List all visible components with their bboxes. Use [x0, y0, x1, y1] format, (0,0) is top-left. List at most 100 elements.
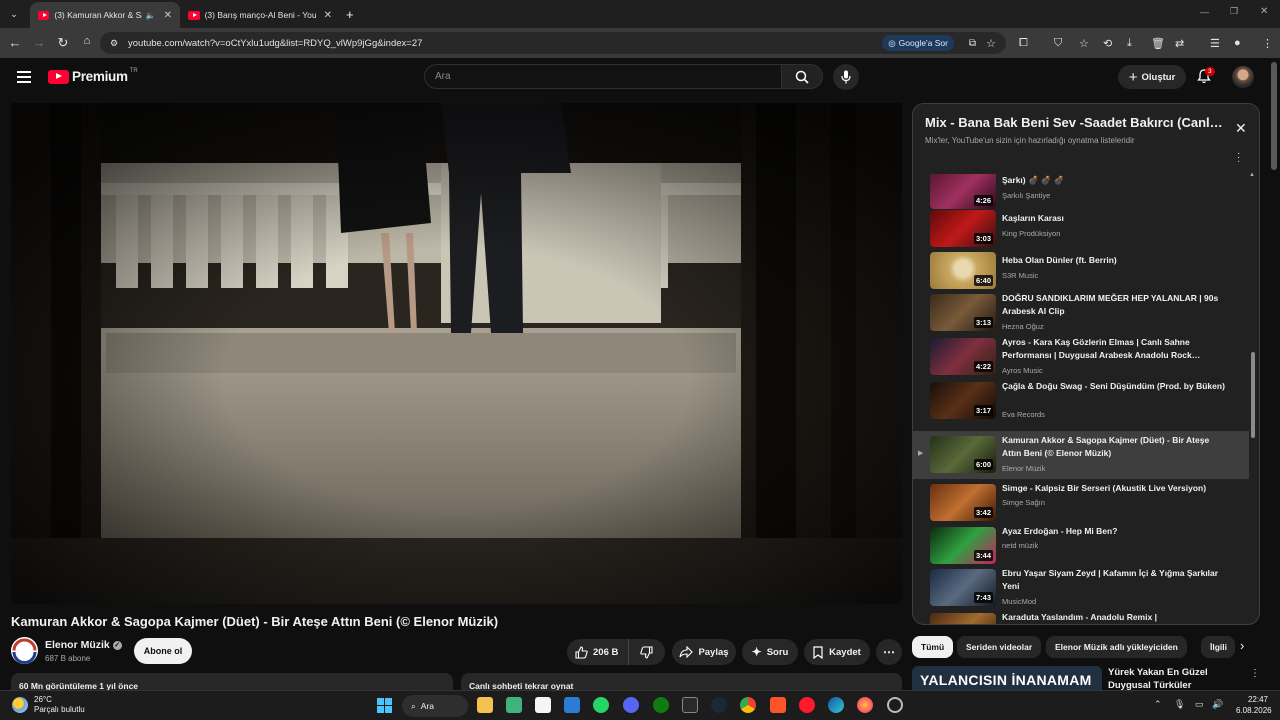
address-bar[interactable]: ⚙ youtube.com/watch?v=oCtYxlu1udg&list=R… [100, 32, 1006, 54]
recommendation-thumbnail[interactable]: YALANCISIN İNANAMAM [912, 666, 1102, 690]
recommendation-title[interactable]: Yürek Yakan En Güzel Duygusal Türküler [1108, 666, 1248, 692]
forward-icon[interactable]: → [27, 35, 51, 50]
chip-related[interactable]: İlgili [1201, 636, 1235, 658]
playlist-item[interactable]: 3:42 Simge - Kalpsiz Bir Serseri (Akusti… [913, 482, 1249, 524]
file-explorer-icon[interactable] [477, 697, 493, 713]
playlist-item[interactable]: 3:44 Ayaz Erdoğan - Hep Mi Ben? netd müz… [913, 525, 1249, 567]
channel-name[interactable]: Elenor Müzik ✓ [45, 639, 122, 651]
playlist-item-channel: Elenor Müzik [1002, 464, 1046, 473]
menu-icon[interactable] [17, 71, 31, 86]
ask-button[interactable]: ✦ Soru [742, 639, 798, 665]
profile-icon[interactable]: ● [1234, 28, 1241, 58]
playlist-item[interactable]: 4:22 Ayros - Kara Kaş Gözlerin Elmas | C… [913, 336, 1249, 378]
playlist-item[interactable]: Karaduta Yaslandım - Anadolu Remix | [913, 611, 1249, 624]
video-player[interactable] [11, 103, 902, 604]
playlist-item[interactable]: 3:03 Kaşların Karası King Prodüksiyon [913, 208, 1249, 250]
channel-avatar[interactable] [11, 637, 38, 664]
app-icon[interactable] [887, 697, 903, 713]
create-button[interactable]: + Oluştur [1118, 65, 1186, 89]
firefox-icon[interactable] [857, 697, 873, 713]
save-button[interactable]: Kaydet [804, 639, 870, 665]
delete-icon[interactable]: 🗑 [1151, 28, 1165, 58]
now-playing-icon: ▶ [918, 450, 924, 457]
playlist-item[interactable]: 4:26 Şarkı) 💣 💣 💣 Şarkılı Şantiye [913, 170, 1249, 212]
tab-close-icon[interactable]: ✕ [164, 10, 172, 21]
store-icon[interactable] [535, 697, 551, 713]
close-playlist-icon[interactable]: ✕ [1235, 120, 1247, 137]
playlist-item[interactable]: 3:13 DOĞRU SANDIKLARIM MEĞER HEP YALANLA… [913, 292, 1249, 334]
opera-icon[interactable] [799, 697, 815, 713]
search-input[interactable]: Ara [424, 64, 782, 89]
extensions-icon[interactable]: ⧠ [1019, 28, 1028, 58]
playlist-item-channel: King Prodüksiyon [1002, 229, 1061, 238]
playlist-item-current[interactable]: ▶ 6:00 Kamuran Akkor & Sagopa Kajmer (Dü… [913, 431, 1249, 479]
minimize-icon[interactable]: — [1200, 7, 1209, 17]
volume-icon[interactable]: 🔊 [1212, 699, 1223, 710]
xbox-icon[interactable] [653, 697, 669, 713]
restore-icon[interactable]: ❐ [1230, 6, 1238, 17]
extension-icon[interactable]: ⛉ [1054, 28, 1062, 58]
reload-icon[interactable]: ↻ [51, 35, 75, 51]
new-tab-icon[interactable]: + [346, 7, 354, 22]
logo-country: TR [129, 67, 138, 74]
playlist-item[interactable]: 3:17 Çağla & Doğu Swag - Seni Düşündüm (… [913, 380, 1249, 422]
whatsapp-icon[interactable] [593, 697, 609, 713]
bookmark-star-icon[interactable]: ☆ [986, 37, 996, 50]
site-info-icon[interactable]: ⚙ [110, 38, 118, 49]
chip-all[interactable]: Tümü [912, 636, 954, 658]
discord-icon[interactable] [623, 697, 639, 713]
dislike-button[interactable] [629, 639, 653, 665]
chip-uploader[interactable]: Elenor Müzik adlı yükleyiciden [1046, 636, 1187, 658]
recommendation-more-icon[interactable]: ⋮ [1250, 668, 1260, 679]
scroll-up-icon[interactable]: ▲ [1249, 172, 1255, 178]
playlist-more-icon[interactable]: · · · [1237, 149, 1240, 167]
window-close-icon[interactable]: ✕ [1260, 6, 1268, 17]
network-icon[interactable]: ▭ [1195, 699, 1204, 710]
share-button[interactable]: Paylaş [672, 639, 736, 665]
playlist-item[interactable]: 6:40 Heba Olan Dünler (ft. Berrin) S3R M… [913, 250, 1249, 292]
chrome-icon[interactable] [740, 697, 756, 713]
weather-widget[interactable]: 26°C Parçalı bulutlu [12, 695, 85, 715]
favorites-icon[interactable]: ☆ [1079, 28, 1089, 58]
taskbar-search[interactable]: ⌕ Ara [402, 695, 468, 717]
install-app-icon[interactable]: ⧉ [969, 38, 976, 49]
home-icon[interactable]: ⌂ [75, 35, 99, 47]
tab-close-icon[interactable]: ✕ [324, 10, 332, 21]
back-icon[interactable]: ← [3, 35, 27, 50]
playlist-title[interactable]: Mix - Bana Bak Beni Sev -Saadet Bakırcı … [925, 115, 1225, 130]
epic-games-icon[interactable] [682, 697, 698, 713]
widgets-icon[interactable] [506, 697, 522, 713]
chip-series[interactable]: Seriden videolar [957, 636, 1042, 658]
tab-inactive[interactable]: (3) Barış manço-Al Beni - YouTube ✕ [180, 2, 340, 28]
playlist-item-title: Ayros - Kara Kaş Gözlerin Elmas | Canlı … [1002, 337, 1201, 360]
brave-icon[interactable] [770, 697, 786, 713]
chips-next-icon[interactable]: › [1240, 638, 1244, 653]
account-avatar[interactable] [1232, 66, 1254, 88]
youtube-premium-logo[interactable]: Premium TR [48, 67, 138, 84]
playlist-scrollbar[interactable] [1251, 352, 1255, 438]
microphone-tray-icon[interactable]: 🎙 [1174, 699, 1185, 710]
playlist-item-title: Simge - Kalpsiz Bir Serseri (Akustik Liv… [1002, 483, 1207, 493]
downloads-icon[interactable]: ⤓ [1127, 28, 1132, 58]
voice-search-button[interactable] [833, 64, 859, 90]
tab-active[interactable]: (3) Kamuran Akkor & Sagopa Kajmer 🔈 ✕ [30, 2, 180, 28]
page-scrollbar[interactable] [1271, 62, 1277, 170]
subscribe-button[interactable]: Abone ol [134, 638, 192, 664]
more-actions-button[interactable]: ⋯ [876, 639, 902, 665]
browser-menu-icon[interactable]: ⋮ [1262, 28, 1273, 58]
search-button[interactable] [781, 64, 823, 89]
tab-list-chevron-icon[interactable]: ⌄ [2, 9, 26, 20]
windows-start-icon[interactable] [377, 698, 392, 713]
tray-overflow-icon[interactable]: ⌃ [1154, 699, 1162, 710]
mail-icon[interactable] [564, 697, 580, 713]
reading-list-icon[interactable]: ☰ [1210, 28, 1220, 58]
google-ask-button[interactable]: ◎ Google'a Sor [882, 35, 954, 51]
history-icon[interactable]: ⟲ [1103, 28, 1112, 58]
steam-icon[interactable] [711, 697, 727, 713]
playlist-item[interactable]: 7:43 Ebru Yaşar Siyam Zeyd | Kafamın İçi… [913, 567, 1249, 609]
translate-icon[interactable]: ⇄ [1175, 28, 1184, 58]
microphone-icon [841, 70, 851, 84]
system-clock[interactable]: 22:47 6.08.2026 [1236, 694, 1272, 716]
edge-icon[interactable] [828, 697, 844, 713]
like-button[interactable]: 206 B [567, 639, 630, 665]
